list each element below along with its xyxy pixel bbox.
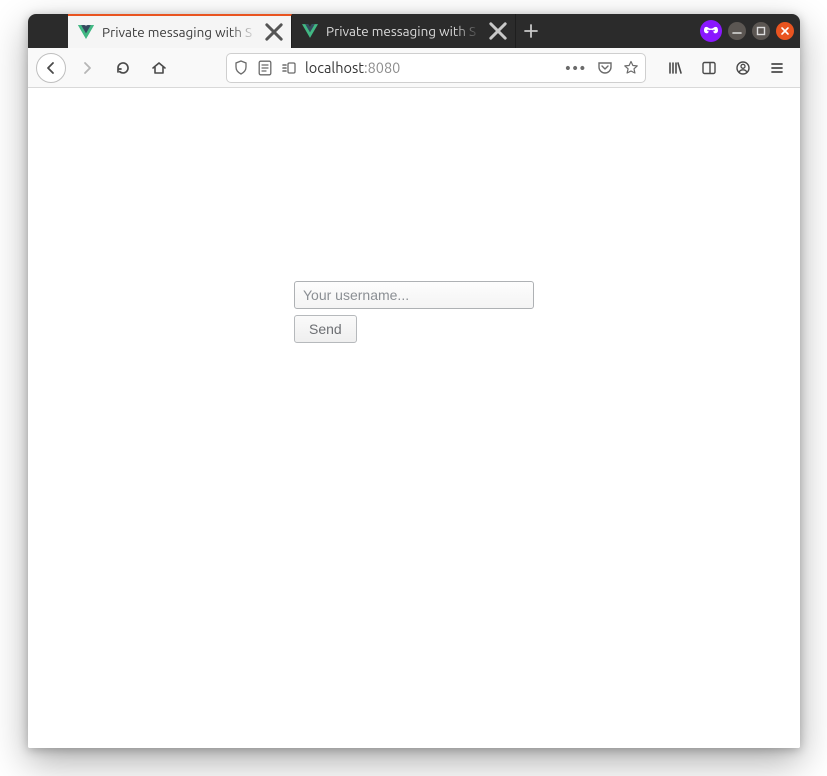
window-maximize-button[interactable] [752, 22, 770, 40]
toolbar: localhost:8080 ••• [28, 48, 800, 88]
permissions-icon[interactable] [281, 60, 297, 76]
url-port: :8080 [364, 59, 400, 76]
url-text: localhost:8080 [305, 59, 557, 76]
bookmark-star-icon[interactable] [623, 60, 639, 76]
mask-extension-icon[interactable] [700, 20, 722, 42]
send-button[interactable]: Send [294, 315, 357, 343]
pocket-icon[interactable] [597, 60, 613, 76]
username-form: Send [294, 281, 534, 343]
app-menu-icon[interactable] [762, 53, 792, 83]
sidebar-icon[interactable] [694, 53, 724, 83]
home-button[interactable] [144, 53, 174, 83]
account-icon[interactable] [728, 53, 758, 83]
tab-1[interactable]: Private messaging with S [292, 14, 516, 48]
vue-logo-icon [302, 23, 318, 39]
site-info-icon[interactable] [257, 60, 273, 76]
tab-title: Private messaging with S [102, 24, 257, 40]
back-button[interactable] [36, 53, 66, 83]
forward-button[interactable] [72, 53, 102, 83]
url-host: localhost [305, 59, 364, 76]
library-icon[interactable] [660, 53, 690, 83]
vue-logo-icon [78, 24, 94, 40]
window-controls [700, 14, 794, 48]
tab-title: Private messaging with S [326, 23, 481, 39]
window-close-button[interactable] [776, 22, 794, 40]
close-tab-icon[interactable] [265, 23, 283, 41]
new-tab-button[interactable] [516, 14, 546, 48]
page-content: Send [28, 88, 800, 748]
window-minimize-button[interactable] [728, 22, 746, 40]
address-bar[interactable]: localhost:8080 ••• [226, 53, 646, 83]
reload-button[interactable] [108, 53, 138, 83]
titlebar: Private messaging with S Private messagi… [28, 14, 800, 48]
close-tab-icon[interactable] [489, 22, 507, 40]
page-actions-icon[interactable]: ••• [565, 59, 587, 76]
username-input[interactable] [294, 281, 534, 309]
tab-0[interactable]: Private messaging with S [68, 14, 292, 48]
browser-window: Private messaging with S Private messagi… [28, 14, 800, 748]
shield-icon[interactable] [233, 60, 249, 76]
